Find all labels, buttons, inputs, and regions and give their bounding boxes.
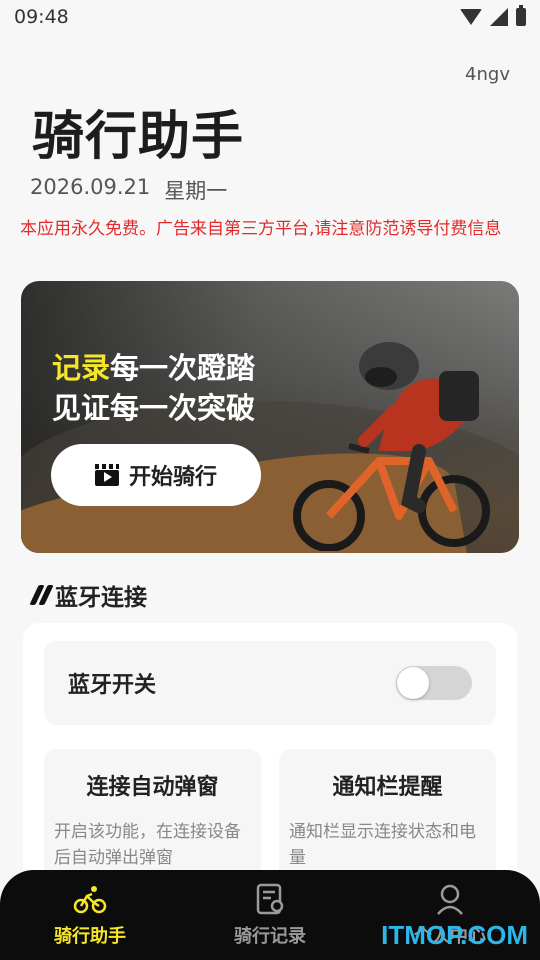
bike-icon [73,886,107,914]
tab-ride-assistant-label: 骑行助手 [54,926,126,947]
notification-title: 通知栏提醒 [332,775,443,800]
notification-desc: 通知栏显示连接状态和电量 [289,822,476,868]
clapperboard-icon [94,464,119,486]
signal-icon [490,8,508,26]
banner-highlight: 记录 [52,351,111,385]
page-title: 骑行助手 [32,107,245,167]
bluetooth-switch-row: 蓝牙开关 [44,641,496,725]
date-text: 2026.09.21 [30,175,151,199]
user-icon [437,884,463,915]
bluetooth-section-title: 蓝牙连接 [55,585,147,611]
battery-icon [516,5,526,26]
auto-popup-title: 连接自动弹窗 [86,775,219,800]
bluetooth-section-heading: 蓝牙连接 [29,578,147,612]
tab-ride-records[interactable]: 骑行记录 [195,882,345,948]
toggle-knob [397,667,429,699]
banner-headline-1: 记录每一次蹬踏 [52,345,255,387]
banner-headline-1-rest: 每一次蹬踏 [110,351,256,385]
record-icon [256,883,284,915]
bluetooth-switch-label: 蓝牙开关 [68,673,157,698]
notice-marquee: 本应用永久免费。广告来自第三方平台,请注意防范诱导付费信息 [20,219,502,239]
start-ride-label: 开始骑行 [128,465,217,490]
status-bar: 09:48 [0,0,540,34]
tab-ride-assistant[interactable]: 骑行助手 [15,882,165,948]
status-icons [460,5,526,26]
status-time: 09:48 [14,6,69,28]
banner-headline-2: 见证每一次突破 [52,391,256,425]
hero-banner: 记录每一次蹬踏 见证每一次突破 开始骑行 [21,281,519,553]
cyclist-image [293,342,490,551]
date-line: 2026.09.21 星期一 [30,175,227,205]
double-slash-icon [29,585,54,605]
wifi-icon [460,9,482,25]
watermark-logo: ITMOP.COM [381,920,528,950]
start-ride-button[interactable]: 开始骑行 [51,444,261,506]
bluetooth-toggle[interactable] [396,666,472,700]
auto-popup-desc: 开启该功能，在连接设备后自动弹出弹窗 [54,822,241,868]
device-code: 4ngv [465,64,510,85]
tab-ride-records-label: 骑行记录 [234,926,306,947]
weekday-text: 星期一 [164,179,228,203]
